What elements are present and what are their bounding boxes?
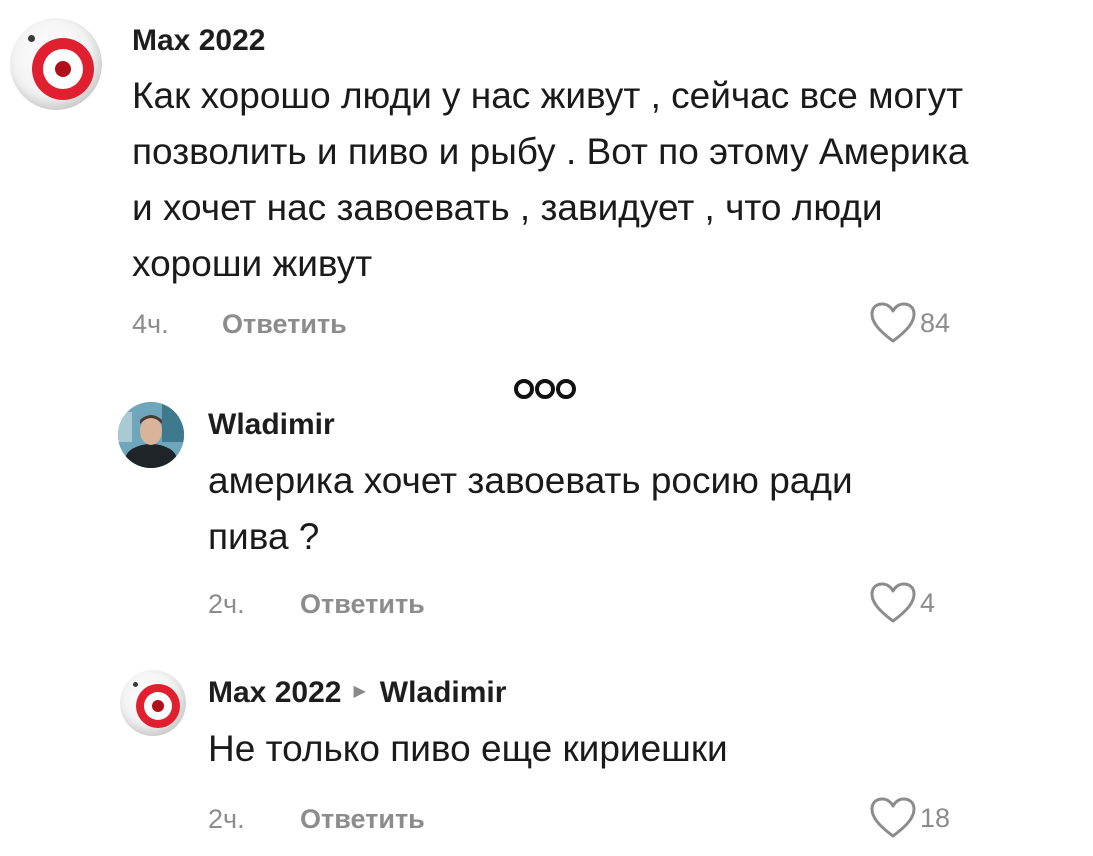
- comment-text-line: и хочет нас завоевать , завидует , что л…: [132, 187, 883, 228]
- avatar[interactable]: [10, 18, 102, 110]
- heart-outline-icon: [870, 582, 916, 624]
- reply-button[interactable]: Ответить: [300, 589, 425, 620]
- triangle-right-icon: ▶: [353, 683, 366, 701]
- comment-author[interactable]: Max 2022 ▶ Wladimir: [208, 676, 506, 710]
- comment-text: америка хочет завоевать росию ради пива …: [208, 453, 1068, 565]
- comment-text: Как хорошо люди у нас живут , сейчас все…: [132, 68, 1082, 292]
- like-count: 84: [920, 307, 951, 338]
- comment-text-line: хороши живут: [132, 243, 373, 284]
- more-replies-button[interactable]: [513, 378, 577, 405]
- like-button[interactable]: 4: [870, 582, 935, 624]
- comment-text-line: Не только пиво еще кириешки: [208, 728, 728, 769]
- reply-to-name[interactable]: Wladimir: [380, 676, 507, 709]
- comment-time: 2ч.: [208, 589, 245, 619]
- comment-author[interactable]: Wladimir: [208, 408, 335, 442]
- comment-author[interactable]: Max 2022: [132, 24, 265, 58]
- user-photo-avatar: [118, 402, 184, 468]
- comment-time: 4ч.: [132, 309, 169, 339]
- heart-outline-icon: [870, 302, 916, 344]
- like-button[interactable]: 18: [870, 797, 950, 839]
- comment-text-line: америка хочет завоевать росию ради: [208, 460, 853, 501]
- comment-author-name[interactable]: Max 2022: [208, 676, 341, 709]
- reply-button[interactable]: Ответить: [300, 804, 425, 835]
- heart-outline-icon: [870, 797, 916, 839]
- comment-1: Max 2022 Как хорошо люди у нас живут , с…: [0, 0, 1093, 360]
- reply-button[interactable]: Ответить: [222, 309, 347, 340]
- comment-text: Не только пиво еще кириешки: [208, 721, 1068, 777]
- comment-text-line: пива ?: [208, 516, 320, 557]
- like-button[interactable]: 84: [870, 302, 950, 344]
- avatar[interactable]: [120, 670, 186, 736]
- comment-text-line: Как хорошо люди у нас живут , сейчас все…: [132, 75, 964, 116]
- three-circles-icon: [513, 379, 577, 404]
- like-count: 4: [920, 587, 936, 618]
- like-count: 18: [920, 802, 951, 833]
- avatar[interactable]: [118, 402, 184, 468]
- comment-time: 2ч.: [208, 804, 245, 834]
- comment-text-line: позволить и пиво и рыбу . Вот по этому А…: [132, 131, 969, 172]
